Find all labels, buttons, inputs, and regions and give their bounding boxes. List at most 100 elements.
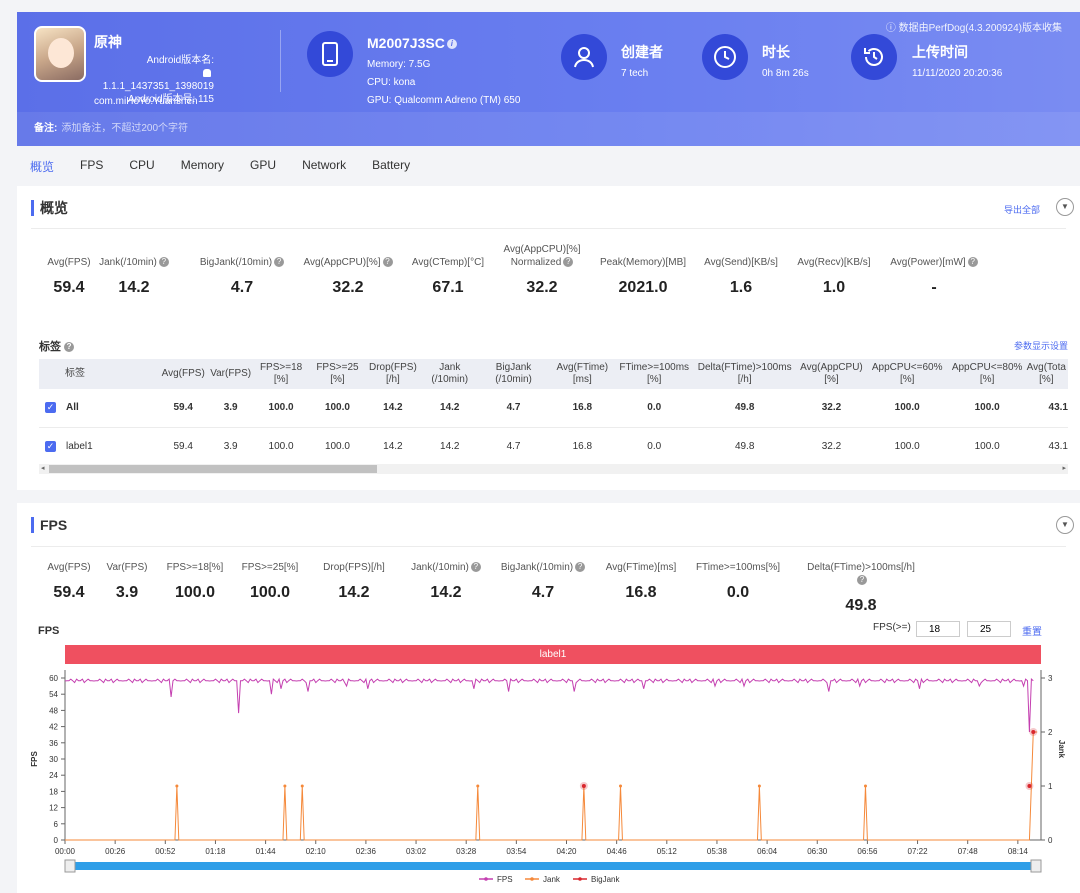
column-header-10[interactable]: Delta(FTime)>100ms [/h] <box>691 359 799 389</box>
tags-table: 标签 Avg(FPS) Var(FPS) FPS>=18 [%] FPS>=25 [%] Dr… <box>39 359 1068 466</box>
column-header-text: (/10min) <box>495 374 532 385</box>
column-header-text: [/h] <box>737 374 752 385</box>
zoom-handle-left[interactable] <box>64 859 76 873</box>
metric-value: 32.2 <box>526 279 558 296</box>
note-input[interactable]: 添加备注，不超过200个字符 <box>61 123 188 134</box>
column-header-12[interactable]: AppCPU<=60% [%] <box>864 359 950 389</box>
tab-0[interactable]: 概览 <box>17 152 67 180</box>
help-icon[interactable]: ? <box>575 562 586 573</box>
table-row[interactable]: ✓ label1 59.4 3.9 100.0 100.0 14.2 14.2 4.7 16.8 0… <box>39 427 1068 466</box>
table-row[interactable]: ✓ All 59.4 3.9 100.0 100.0 14.2 14.2 4.7 16.8 0.0 4… <box>39 389 1068 428</box>
metric-value: 4.7 <box>531 584 555 601</box>
fps-threshold-18-input[interactable] <box>916 621 960 637</box>
x-tick-label: 06:56 <box>857 847 878 856</box>
duration-title: 时长 <box>762 44 790 60</box>
column-header-5[interactable]: Drop(FPS) [/h] <box>365 359 420 389</box>
reset-link[interactable]: 重置 <box>1022 623 1042 638</box>
column-header-text: Avg(FTime) <box>556 362 609 373</box>
scrollbar-thumb[interactable] <box>49 465 377 473</box>
jank-point <box>283 784 287 788</box>
scroll-left-icon[interactable]: ◂ <box>41 464 45 474</box>
tab-6[interactable]: Battery <box>359 152 423 180</box>
row-checkbox[interactable]: ✓ <box>45 440 56 452</box>
row-label: label1 <box>66 440 93 452</box>
column-header-14[interactable]: Avg(Tota [%] <box>1024 359 1068 389</box>
fps-threshold-label: FPS(>=) <box>873 622 911 633</box>
device-info-icon[interactable]: i <box>446 39 457 50</box>
column-header-3[interactable]: FPS>=18 [%] <box>253 359 310 389</box>
metric-9: Delta(FTime)>100ms[/h]? 49.8 <box>806 561 916 615</box>
column-header-13[interactable]: AppCPU<=80% [%] <box>949 359 1025 389</box>
scroll-right-icon[interactable]: ▸ <box>1062 464 1066 474</box>
help-icon[interactable]: ? <box>64 342 75 353</box>
column-header-text: [%] <box>899 374 915 385</box>
column-header-4[interactable]: FPS>=25 [%] <box>309 359 366 389</box>
android-version-name-label: Android版本名: <box>146 55 214 66</box>
tab-3[interactable]: Memory <box>168 152 237 180</box>
table-horizontal-scrollbar[interactable]: ◂ ▸ <box>39 464 1068 474</box>
metric-2: BigJank(/10min)? 4.7 <box>187 256 297 297</box>
x-tick-label: 07:48 <box>958 847 979 856</box>
help-icon[interactable]: ? <box>274 257 285 268</box>
metric-5: Avg(AppCPU)[%] Normalized? 32.2 <box>487 243 597 297</box>
help-icon[interactable]: ? <box>967 257 978 268</box>
column-header-11[interactable]: Avg(AppCPU) [%] <box>798 359 865 389</box>
x-tick-label: 07:22 <box>908 847 929 856</box>
zoom-slider-track[interactable] <box>71 862 1035 870</box>
x-tick-label: 04:20 <box>556 847 577 856</box>
column-header-text: [%] <box>824 374 839 385</box>
column-header-1[interactable]: Avg(FPS) <box>158 359 209 389</box>
row-checkbox[interactable]: ✓ <box>45 402 56 414</box>
fps-chart-title: FPS <box>38 625 60 637</box>
column-header-0[interactable]: 标签 <box>39 359 159 389</box>
device-cpu: CPU: kona <box>367 77 416 88</box>
note-label: 备注: <box>34 123 58 134</box>
data-source-note: ⓘ 数据由PerfDog(4.3.200924)版本收集 <box>885 23 1062 34</box>
help-icon[interactable]: ? <box>563 257 574 268</box>
y-tick-label: 12 <box>49 804 58 813</box>
column-header-9[interactable]: FTime>=100ms [%] <box>617 359 692 389</box>
device-gpu: GPU: Qualcomm Adreno (TM) 650 <box>367 95 521 106</box>
table-cell: 14.2 <box>419 389 480 428</box>
metric-8: Avg(Recv)[KB/s] 1.0 <box>779 256 889 297</box>
param-settings-link[interactable]: 参数显示设置 <box>1014 339 1068 352</box>
x-tick-label: 05:12 <box>657 847 678 856</box>
table-cell: 59.4 <box>158 389 209 428</box>
fps-chart[interactable]: 06121824303642485460012300:00 00:26 00:52 0… <box>17 668 1080 893</box>
y2-tick-label: 1 <box>1048 782 1053 791</box>
label-range-bar[interactable]: label1 <box>65 645 1041 664</box>
y-tick-label: 24 <box>49 771 58 780</box>
table-cell: 100.0 <box>864 427 950 466</box>
column-header-6[interactable]: Jank (/10min) <box>419 359 480 389</box>
y2-tick-label: 2 <box>1048 728 1053 737</box>
table-cell: 14.2 <box>419 427 480 466</box>
collapse-overview-button[interactable]: ▼ <box>1056 198 1074 216</box>
legend-marker-1 <box>530 877 534 881</box>
help-icon[interactable]: ? <box>470 562 481 573</box>
column-header-2[interactable]: Var(FPS) <box>208 359 254 389</box>
column-header-8[interactable]: Avg(FTime) [ms] <box>547 359 618 389</box>
collapse-fps-button[interactable]: ▼ <box>1056 516 1074 534</box>
export-all-link[interactable]: 导出全部 <box>1004 203 1040 216</box>
tab-2[interactable]: CPU <box>116 152 167 180</box>
fps-threshold-25-input[interactable] <box>967 621 1011 637</box>
help-icon[interactable]: ? <box>158 257 169 268</box>
y-tick-label: 30 <box>49 755 58 764</box>
metric-value: 14.2 <box>118 279 150 296</box>
tab-4[interactable]: GPU <box>237 152 289 180</box>
note-bar[interactable]: 备注: 添加备注，不超过200个字符 <box>17 112 1080 146</box>
fps-divider <box>31 546 1066 547</box>
tab-1[interactable]: FPS <box>67 152 116 180</box>
column-header-7[interactable]: BigJank (/10min) <box>479 359 548 389</box>
y-tick-label: 60 <box>49 674 58 683</box>
help-icon[interactable]: ? <box>382 257 393 268</box>
device-model: M2007J3SC i <box>367 35 457 51</box>
table-cell: 59.4 <box>158 427 209 466</box>
help-icon[interactable]: ? <box>857 575 867 586</box>
creator-title: 创建者 <box>621 44 663 60</box>
column-header-text: [/h] <box>385 374 400 385</box>
zoom-handle-right[interactable] <box>1030 859 1042 873</box>
table-cell: 100.0 <box>949 427 1025 466</box>
tab-5[interactable]: Network <box>289 152 359 180</box>
table-cell: 32.2 <box>798 427 865 466</box>
